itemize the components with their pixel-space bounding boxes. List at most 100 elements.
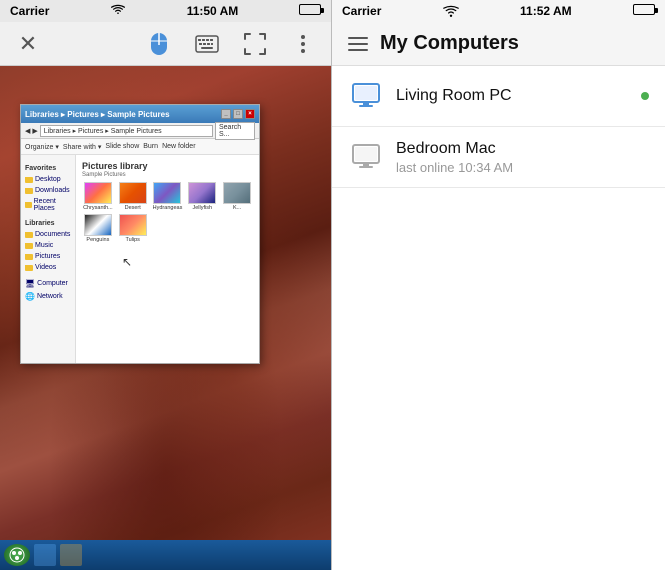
explorer-title-bar: Libraries ▸ Pictures ▸ Sample Pictures _… — [21, 105, 259, 123]
right-time: 11:52 AM — [520, 4, 572, 18]
left-phone: Carrier 11:50 AM ✕ — [0, 0, 332, 570]
close-button[interactable]: ✕ — [12, 28, 44, 60]
sidebar-music: Music — [21, 240, 75, 251]
left-time: 11:50 AM — [187, 4, 239, 18]
monitor-svg — [351, 82, 381, 110]
thumb-item: Hydrangeas — [152, 182, 184, 211]
explorer-title: Libraries ▸ Pictures ▸ Sample Pictures — [25, 110, 170, 119]
thumb-item: K... — [221, 182, 253, 211]
folder-icon — [25, 177, 33, 183]
explorer-toolbar: Organize ▾ Share with ▾ Slide show Burn … — [21, 139, 259, 155]
organize-btn: Organize ▾ — [25, 143, 59, 151]
thumbnail — [223, 182, 251, 204]
computer-info-bedroom: Bedroom Mac last online 10:34 AM — [396, 140, 649, 175]
thumbnails-grid: Chrysanth... Desert Hydrangeas — [82, 182, 253, 243]
search-box: Search S... — [215, 122, 255, 140]
folder-icon — [25, 265, 33, 271]
computer-name-bedroom: Bedroom Mac — [396, 140, 649, 158]
toolbar-icons — [143, 28, 319, 60]
right-wifi-icon — [443, 5, 459, 17]
battery-icon — [299, 4, 321, 18]
burn-btn: Burn — [143, 143, 158, 150]
hamburger-button[interactable] — [348, 37, 368, 51]
computers-list: Living Room PC Bedroom Mac last online 1… — [332, 66, 665, 318]
computer-name-living-room: Living Room PC — [396, 87, 633, 105]
close-icon: ✕ — [19, 33, 37, 55]
thumb-item: Jellyfish — [186, 182, 218, 211]
computer-info-living-room: Living Room PC — [396, 87, 633, 105]
thumbnail — [188, 182, 216, 204]
address-bar: ◀ ▶ Libraries ▸ Pictures ▸ Sample Pictur… — [21, 123, 259, 139]
thumb-item: Tulips — [117, 214, 149, 243]
right-phone: Carrier 11:52 AM My Computers — [332, 0, 665, 570]
desktop-background: Libraries ▸ Pictures ▸ Sample Pictures _… — [0, 66, 331, 570]
thumbnail — [84, 182, 112, 204]
thumb-label: Penguins — [86, 237, 109, 243]
nav-bar: My Computers — [332, 22, 665, 66]
slideshow-btn: Slide show — [105, 143, 139, 150]
fullscreen-button[interactable] — [239, 28, 271, 60]
left-toolbar: ✕ — [0, 22, 331, 66]
left-status-bar: Carrier 11:50 AM — [0, 0, 331, 22]
online-indicator — [641, 92, 649, 100]
taskbar-icon-1[interactable] — [34, 544, 56, 566]
share-btn: Share with ▾ — [63, 143, 102, 151]
taskbar-icon-2[interactable] — [60, 544, 82, 566]
folder-icon — [25, 243, 33, 249]
taskbar — [0, 540, 331, 570]
sidebar-computer: 🖥 Computer — [21, 277, 75, 290]
thumb-item: Penguins — [82, 214, 114, 243]
folder-icon — [25, 188, 33, 194]
sidebar-documents: Documents — [21, 229, 75, 240]
right-status-bar: Carrier 11:52 AM — [332, 0, 665, 22]
sidebar-network: 🌐 Network — [21, 290, 75, 303]
back-icon: ◀ — [25, 127, 30, 135]
computer-item-living-room[interactable]: Living Room PC — [332, 66, 665, 127]
library-subtitle: Sample Pictures — [82, 172, 253, 178]
thumb-label: Desert — [125, 205, 141, 211]
mouse-icon — [148, 31, 170, 57]
thumb-label: Hydrangeas — [153, 205, 183, 211]
windows-explorer: Libraries ▸ Pictures ▸ Sample Pictures _… — [20, 104, 260, 364]
computer-item-bedroom[interactable]: Bedroom Mac last online 10:34 AM — [332, 127, 665, 188]
win-close: × — [245, 109, 255, 119]
computer-status-bedroom: last online 10:34 AM — [396, 160, 649, 175]
hamburger-line — [348, 43, 368, 45]
sidebar-downloads: Downloads — [21, 185, 75, 196]
explorer-main: Pictures library Sample Pictures Chrysan… — [76, 155, 259, 363]
monitor-svg-bedroom — [351, 143, 381, 171]
sidebar-libraries: Libraries — [21, 218, 75, 229]
keyboard-button[interactable] — [191, 28, 223, 60]
explorer-sidebar: Favorites Desktop Downloads Recent Place… — [21, 155, 76, 363]
sidebar-favorites: Favorites — [21, 163, 75, 174]
explorer-footer: 0 items — [21, 363, 259, 364]
more-button[interactable] — [287, 28, 319, 60]
screen-content: Libraries ▸ Pictures ▸ Sample Pictures _… — [0, 66, 331, 570]
empty-space — [332, 318, 665, 570]
monitor-icon-bedroom — [348, 139, 384, 175]
hamburger-line — [348, 49, 368, 51]
right-battery — [633, 4, 655, 18]
explorer-body: Favorites Desktop Downloads Recent Place… — [21, 155, 259, 363]
left-wifi-icon — [110, 4, 126, 19]
cursor: ↖ — [122, 255, 259, 269]
thumb-label: Jellyfish — [193, 205, 213, 211]
more-icon — [292, 33, 314, 55]
forward-icon: ▶ — [32, 127, 37, 135]
thumbnail — [153, 182, 181, 204]
folder-icon — [25, 254, 33, 260]
thumb-item: Desert — [117, 182, 149, 211]
start-button[interactable] — [4, 544, 30, 566]
thumbnail — [119, 182, 147, 204]
sidebar-desktop: Desktop — [21, 174, 75, 185]
thumbnail — [84, 214, 112, 236]
keyboard-icon — [195, 35, 219, 53]
mouse-button[interactable] — [143, 28, 175, 60]
thumb-label: K... — [233, 205, 241, 211]
thumb-item: Chrysanth... — [82, 182, 114, 211]
right-carrier: Carrier — [342, 4, 381, 18]
hamburger-line — [348, 37, 368, 39]
sidebar-videos: Videos — [21, 262, 75, 273]
sidebar-recent: Recent Places — [21, 196, 75, 214]
fullscreen-icon — [244, 33, 266, 55]
